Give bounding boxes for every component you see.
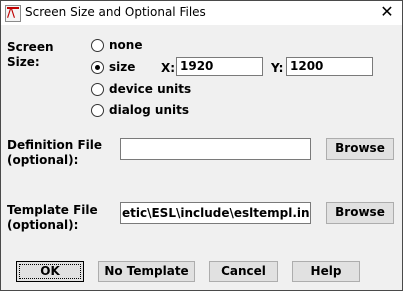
definition-file-label-line2: (optional): (7, 153, 79, 167)
radio-size-label[interactable]: size (109, 60, 135, 75)
screen-size-label-line2: Size: (7, 55, 40, 69)
ok-focus-ring (19, 264, 81, 279)
definition-file-field[interactable] (120, 138, 311, 160)
x-size-field[interactable]: 1920 (176, 57, 263, 76)
help-button[interactable]: Help (292, 261, 360, 282)
radio-none-label[interactable]: none (109, 38, 142, 53)
app-icon: /\ (5, 5, 21, 22)
template-file-label-line2: (optional): (7, 218, 79, 232)
window-title: Screen Size and Optional Files (25, 5, 206, 19)
template-file-field[interactable]: etic\ESL\include\esltempl.inc (120, 202, 311, 224)
no-template-button[interactable]: No Template (98, 261, 195, 282)
screen-size-label-line1: Screen (7, 40, 54, 54)
template-file-label-line1: Template File (7, 203, 98, 217)
close-icon[interactable]: ✕ (378, 3, 396, 21)
dialog-window: /\ Screen Size and Optional Files ✕ Scre… (0, 0, 403, 291)
radio-dialog-units[interactable] (91, 104, 104, 117)
radio-size[interactable] (91, 61, 104, 74)
radio-device-units-label[interactable]: device units (109, 82, 191, 97)
radio-dialog-units-label[interactable]: dialog units (109, 103, 189, 118)
definition-browse-button[interactable]: Browse (326, 138, 394, 160)
definition-file-label-line1: Definition File (7, 138, 103, 152)
radio-device-units[interactable] (91, 83, 104, 96)
y-size-field[interactable]: 1200 (286, 57, 373, 76)
title-bar[interactable]: /\ Screen Size and Optional Files ✕ (1, 1, 402, 25)
x-label: X: (161, 61, 176, 75)
y-label: Y: (271, 61, 284, 75)
template-browse-button[interactable]: Browse (326, 202, 394, 224)
ok-button[interactable]: OK (16, 261, 84, 282)
radio-none[interactable] (91, 39, 104, 52)
cancel-button[interactable]: Cancel (209, 261, 278, 282)
